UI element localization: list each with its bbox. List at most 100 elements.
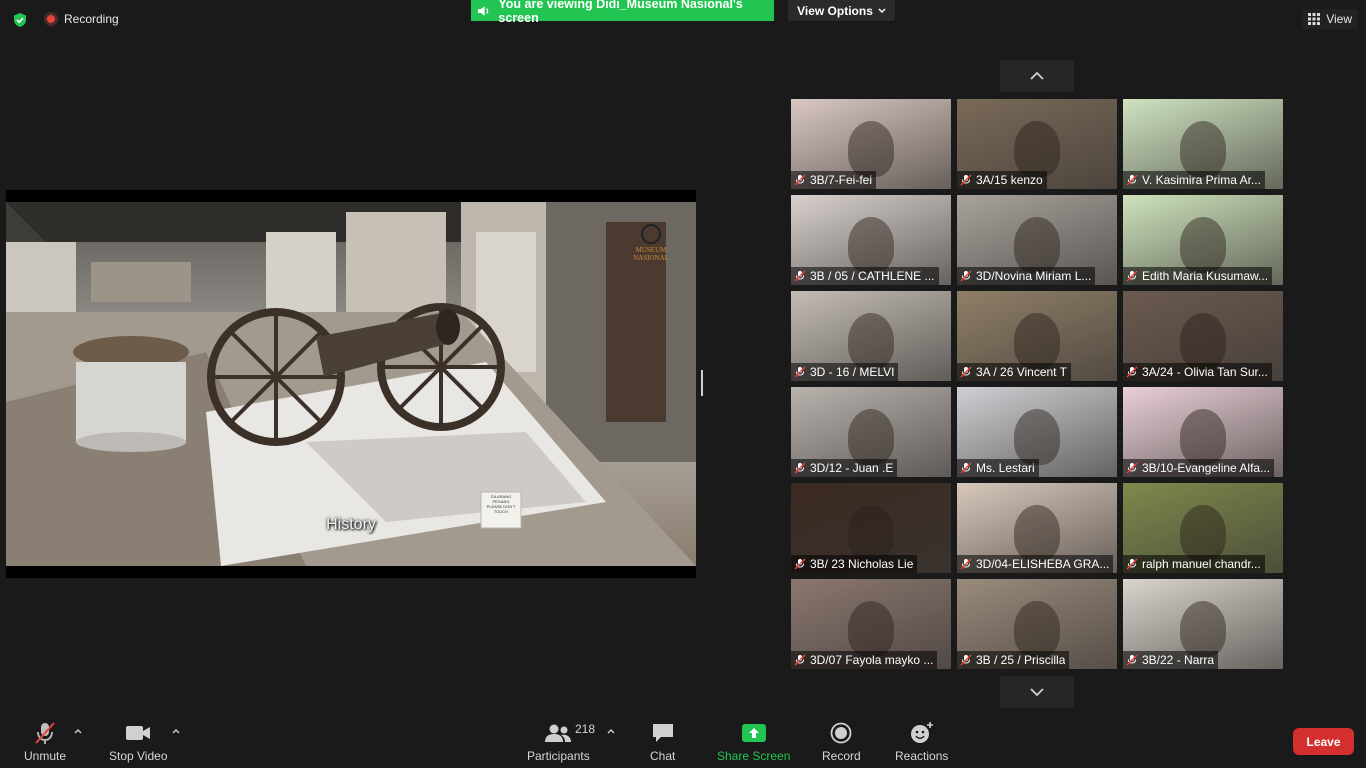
recording-label: Recording — [64, 12, 119, 26]
participant-tile[interactable]: 3B / 25 / Priscilla — [957, 579, 1117, 669]
audio-options-caret-icon[interactable] — [73, 726, 83, 736]
participant-nameplate: 3A/15 kenzo — [957, 171, 1047, 189]
chat-button[interactable]: Chat — [650, 720, 675, 763]
participant-nameplate: 3B/10-Evangeline Alfa... — [1123, 459, 1275, 477]
participant-tile[interactable]: 3D/Novina Miriam L... — [957, 195, 1117, 285]
participant-tile[interactable]: 3B/ 23 Nicholas Lie — [791, 483, 951, 573]
shared-screen-content: DILARANG PEGANG PLEASE DON'T TOUCH MUSEU… — [6, 202, 696, 566]
participant-tile[interactable]: 3D/07 Fayola mayko ... — [791, 579, 951, 669]
speaker-icon — [477, 5, 489, 16]
participant-video — [1180, 121, 1226, 177]
participant-nameplate: 3D/Novina Miriam L... — [957, 267, 1096, 285]
chat-bubble-icon — [652, 724, 673, 742]
participant-tile[interactable]: Edith Maria Kusumaw... — [1123, 195, 1283, 285]
microphone-muted-icon — [794, 654, 806, 666]
reactions-button[interactable]: Reactions — [895, 720, 948, 763]
participant-tile[interactable]: V. Kasimira Prima Ar... — [1123, 99, 1283, 189]
panel-splitter-handle[interactable] — [701, 370, 703, 396]
participant-name: Edith Maria Kusumaw... — [1142, 269, 1269, 283]
participant-tile[interactable]: Ms. Lestari — [957, 387, 1117, 477]
microphone-muted-icon — [960, 654, 972, 666]
stop-video-button[interactable]: Stop Video — [109, 720, 168, 763]
recording-icon — [44, 12, 58, 26]
record-button[interactable]: Record — [822, 720, 861, 763]
sign-text-2: PLEASE DON'T TOUCH — [486, 504, 516, 514]
leave-button[interactable]: Leave — [1293, 728, 1354, 755]
participant-name: 3B/ 23 Nicholas Lie — [810, 557, 914, 571]
participant-video — [1180, 217, 1226, 273]
logo-line-1: MUSEUM — [635, 246, 667, 254]
participant-nameplate: V. Kasimira Prima Ar... — [1123, 171, 1265, 189]
microphone-muted-icon — [794, 366, 806, 378]
sign-text-1: DILARANG PEGANG — [490, 494, 512, 504]
participant-tile[interactable]: 3B/22 - Narra — [1123, 579, 1283, 669]
participant-tile[interactable]: 3D/12 - Juan .E — [791, 387, 951, 477]
unmute-label: Unmute — [24, 749, 67, 763]
unmute-button[interactable]: Unmute — [24, 720, 66, 763]
do-not-touch-sign: DILARANG PEGANG PLEASE DON'T TOUCH — [484, 494, 518, 514]
participants-count: 218 — [575, 722, 596, 736]
microphone-muted-icon — [794, 270, 806, 282]
participant-name: 3D/Novina Miriam L... — [976, 269, 1092, 283]
view-options-label: View Options — [797, 3, 873, 18]
participant-video — [848, 217, 894, 273]
participant-nameplate: Ms. Lestari — [957, 459, 1039, 477]
chevron-down-icon — [878, 7, 886, 13]
participant-video — [1180, 313, 1226, 369]
participant-tile[interactable]: 3A/15 kenzo — [957, 99, 1117, 189]
participant-tile[interactable]: 3D/04-ELISHEBA GRA... — [957, 483, 1117, 573]
gallery-next-page-button[interactable] — [1000, 676, 1074, 708]
view-button[interactable]: View — [1302, 9, 1358, 29]
participant-tile[interactable]: 3A/24 - Olivia Tan Sur... — [1123, 291, 1283, 381]
reactions-label: Reactions — [895, 749, 949, 763]
participant-video — [848, 601, 894, 657]
viewing-banner: You are viewing Didi_Museum Nasional's s… — [471, 0, 774, 25]
participant-tile[interactable]: 3B/10-Evangeline Alfa... — [1123, 387, 1283, 477]
share-screen-button[interactable]: Share Screen — [717, 720, 790, 763]
recording-indicator[interactable]: Recording — [44, 12, 119, 26]
smiley-plus-icon — [910, 722, 933, 743]
chevron-up-icon — [1030, 72, 1044, 80]
gallery-prev-page-button[interactable] — [1000, 60, 1074, 92]
participant-nameplate: 3D/12 - Juan .E — [791, 459, 898, 477]
participant-nameplate: 3B / 25 / Priscilla — [957, 651, 1070, 669]
grid-view-icon — [1308, 13, 1321, 25]
security-shield-icon[interactable] — [12, 12, 28, 28]
participant-nameplate: 3B / 05 / CATHLENE ... — [791, 267, 939, 285]
video-options-caret-icon[interactable] — [171, 726, 181, 736]
microphone-muted-icon — [1126, 174, 1138, 186]
participant-nameplate: 3D - 16 / MELVI — [791, 363, 899, 381]
participant-video — [1014, 601, 1060, 657]
view-options-button[interactable]: View Options — [788, 0, 895, 21]
microphone-muted-icon — [1126, 366, 1138, 378]
participant-nameplate: 3B/22 - Narra — [1123, 651, 1219, 669]
participant-tile[interactable]: ralph manuel chandr... — [1123, 483, 1283, 573]
microphone-muted-icon — [1126, 654, 1138, 666]
shared-screen[interactable]: DILARANG PEGANG PLEASE DON'T TOUCH MUSEU… — [6, 190, 696, 578]
participant-name: 3A / 26 Vincent T — [976, 365, 1067, 379]
microphone-muted-icon — [960, 174, 972, 186]
zoom-meeting-window: Recording You are viewing Didi_Museum Na… — [0, 0, 1366, 768]
participant-tile[interactable]: 3D - 16 / MELVI — [791, 291, 951, 381]
participant-tile[interactable]: 3B/7-Fei-fei — [791, 99, 951, 189]
participants-options-caret-icon[interactable] — [606, 726, 616, 736]
microphone-muted-icon — [794, 558, 806, 570]
participant-name: 3D - 16 / MELVI — [810, 365, 895, 379]
chevron-down-icon — [1030, 688, 1044, 696]
participant-video — [848, 121, 894, 177]
participant-tile[interactable]: 3A / 26 Vincent T — [957, 291, 1117, 381]
participant-video — [1014, 505, 1060, 561]
museum-scene-illustration — [6, 202, 696, 566]
participant-nameplate: 3B/ 23 Nicholas Lie — [791, 555, 918, 573]
participant-video — [1014, 313, 1060, 369]
participant-name: 3B/7-Fei-fei — [810, 173, 873, 187]
participant-name: 3B/10-Evangeline Alfa... — [1142, 461, 1271, 475]
participant-name: Ms. Lestari — [976, 461, 1035, 475]
participant-name: 3B / 05 / CATHLENE ... — [810, 269, 935, 283]
chat-label: Chat — [650, 749, 676, 763]
microphone-muted-icon — [794, 462, 806, 474]
record-label: Record — [822, 749, 861, 763]
microphone-muted-icon — [960, 462, 972, 474]
participant-nameplate: 3D/07 Fayola mayko ... — [791, 651, 938, 669]
participant-tile[interactable]: 3B / 05 / CATHLENE ... — [791, 195, 951, 285]
